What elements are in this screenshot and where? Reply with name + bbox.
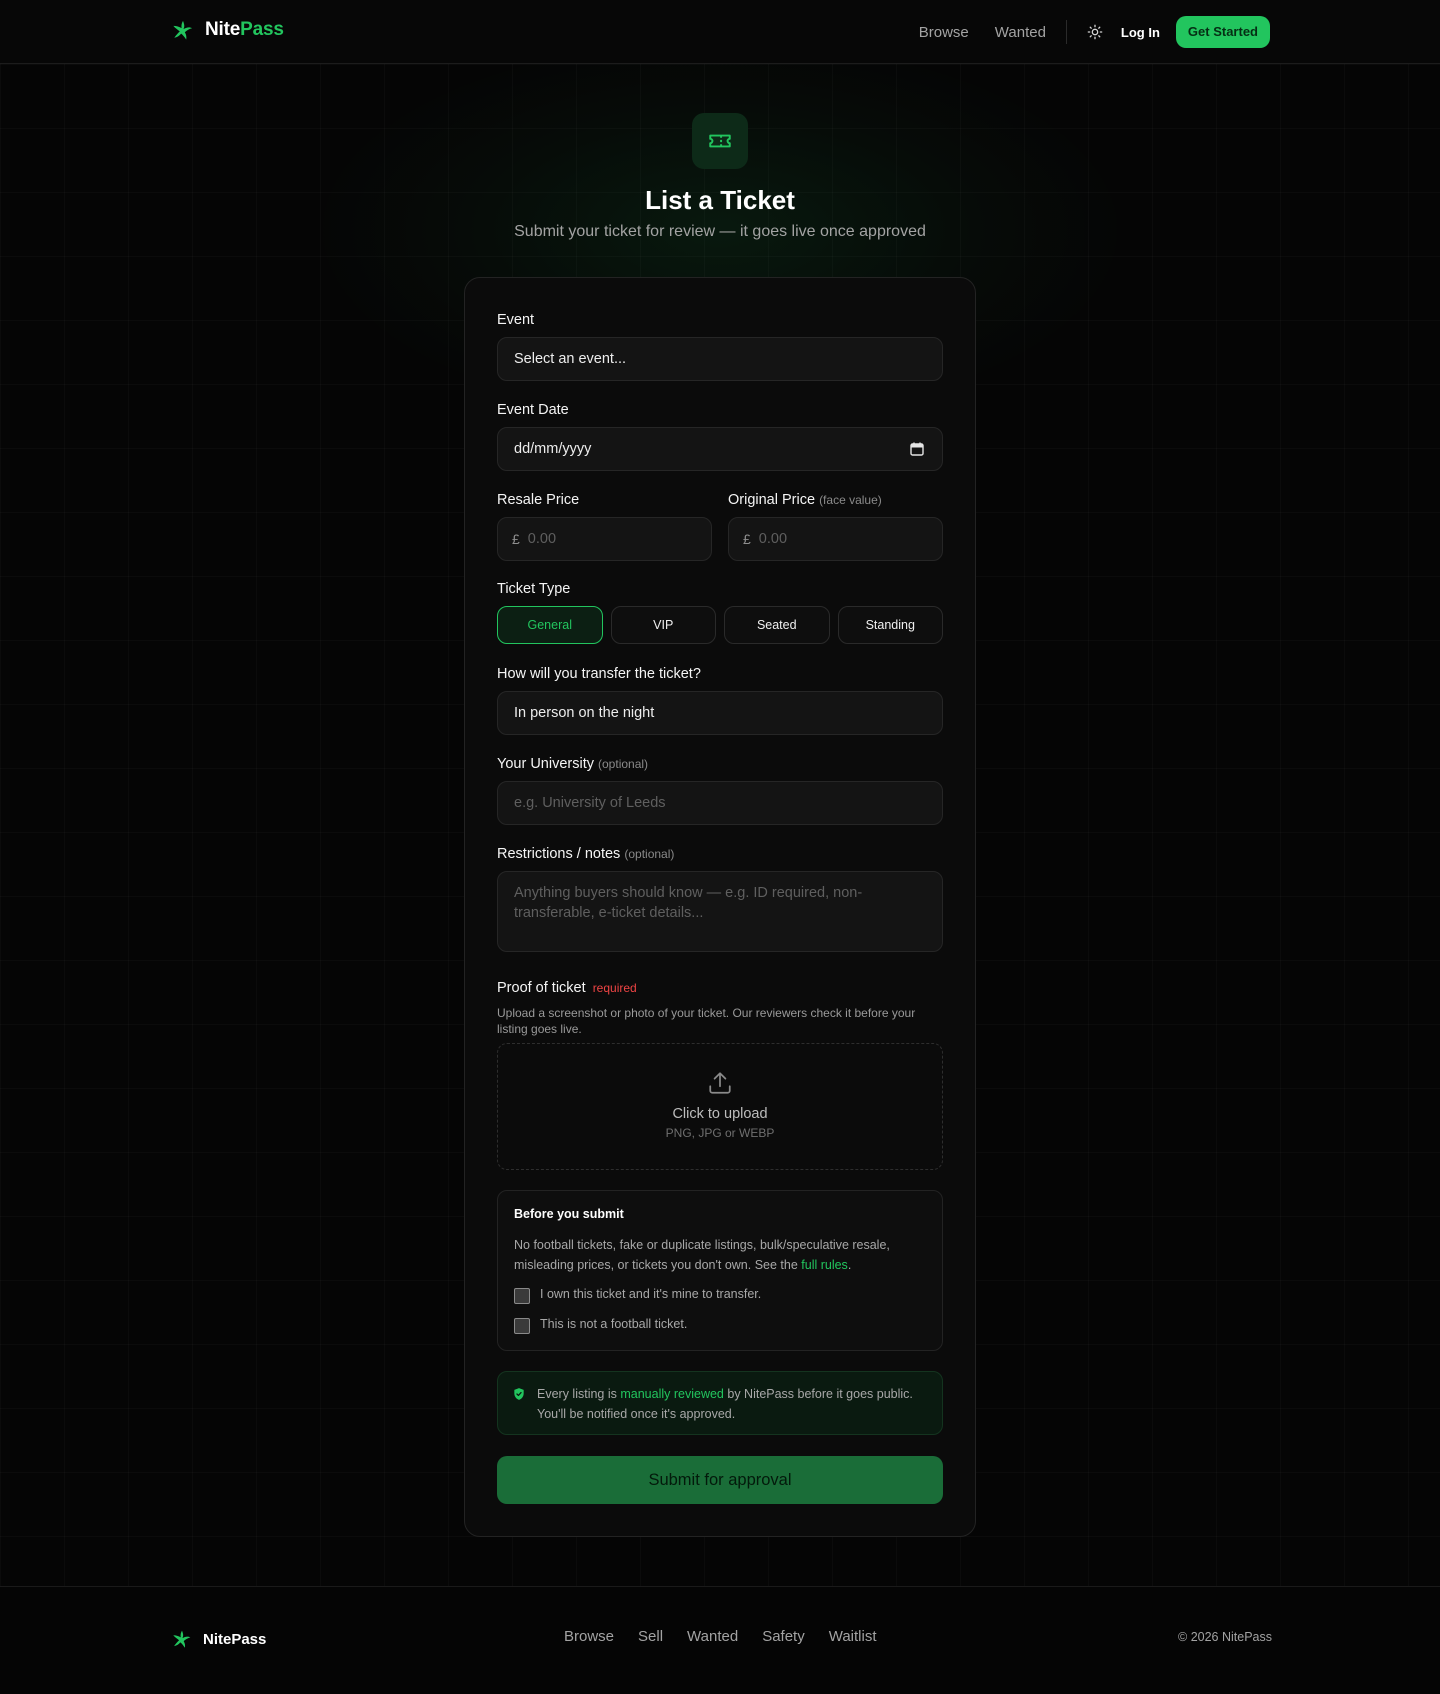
notes-textarea[interactable]: Anything buyers should know — e.g. ID re… xyxy=(497,871,943,952)
sun-icon xyxy=(1087,24,1103,40)
page-subtitle: Submit your ticket for review — it goes … xyxy=(514,223,926,240)
brand-name: NitePass xyxy=(205,19,284,40)
rules-title: Before you submit xyxy=(514,1207,624,1221)
currency-symbol: £ xyxy=(743,531,751,547)
original-price-placeholder: 0.00 xyxy=(758,531,788,547)
ticket-type-label: Ticket Type xyxy=(497,581,571,597)
footer-brand[interactable]: NitePass xyxy=(172,1629,266,1649)
university-placeholder: e.g. University of Leeds xyxy=(514,795,666,811)
upload-formats: PNG, JPG or WEBP xyxy=(665,1126,775,1140)
submit-rules-box: Before you submit No football tickets, f… xyxy=(497,1190,943,1351)
not-football-checkbox-row[interactable]: This is not a football ticket. xyxy=(514,1317,687,1334)
submit-for-approval-button[interactable]: Submit for approval xyxy=(497,1456,943,1504)
nav-divider xyxy=(1065,20,1067,44)
event-select[interactable]: Select an event... xyxy=(497,337,943,381)
full-rules-link[interactable]: full rules xyxy=(801,1258,848,1272)
not-football-checkbox[interactable] xyxy=(514,1318,530,1334)
own-ticket-checkbox[interactable] xyxy=(514,1288,530,1304)
nav-wanted[interactable]: Wanted xyxy=(995,24,1046,41)
ticket-icon xyxy=(709,134,731,148)
notes-placeholder: Anything buyers should know — e.g. ID re… xyxy=(514,885,863,921)
university-label: Your University (optional) xyxy=(497,756,649,772)
resale-price-input[interactable]: £ 0.00 xyxy=(497,517,712,561)
event-date-input[interactable]: dd/mm/yyyy xyxy=(497,427,943,471)
page-title: List a Ticket xyxy=(645,185,795,215)
event-select-value: Select an event... xyxy=(514,351,627,367)
ticket-type-seated[interactable]: Seated xyxy=(724,606,830,644)
currency-symbol: £ xyxy=(512,531,520,547)
notes-label: Restrictions / notes (optional) xyxy=(497,846,675,862)
own-ticket-checkbox-label[interactable]: I own this ticket and it's mine to trans… xyxy=(540,1287,761,1301)
transfer-label: How will you transfer the ticket? xyxy=(497,666,701,682)
upload-icon xyxy=(709,1072,731,1094)
optional-hint: (optional) xyxy=(624,847,675,861)
not-football-checkbox-label[interactable]: This is not a football ticket. xyxy=(540,1317,687,1331)
ticket-type-general[interactable]: General xyxy=(497,606,603,644)
footer-brand-name: NitePass xyxy=(203,1630,267,1648)
original-price-input[interactable]: £ 0.00 xyxy=(728,517,943,561)
footer-link-sell[interactable]: Sell xyxy=(638,1628,663,1645)
main-nav: Browse Wanted Log In Get Started xyxy=(919,16,1270,48)
footer-link-browse[interactable]: Browse xyxy=(564,1628,614,1645)
hero-ticket-badge xyxy=(692,113,748,169)
event-date-value: dd/mm/yyyy xyxy=(514,441,592,457)
upload-title: Click to upload xyxy=(672,1106,768,1122)
login-link[interactable]: Log In xyxy=(1121,25,1160,40)
rules-text: No football tickets, fake or duplicate l… xyxy=(514,1238,890,1272)
review-notice-text: Every listing is manually reviewed by Ni… xyxy=(537,1387,913,1421)
star-leaf-icon xyxy=(173,1630,191,1648)
shield-icon xyxy=(514,1388,524,1400)
star-leaf-icon xyxy=(173,20,193,40)
face-value-hint: (face value) xyxy=(819,493,882,507)
transfer-select[interactable]: In person on the night xyxy=(497,691,943,735)
get-started-button[interactable]: Get Started xyxy=(1175,16,1270,48)
list-ticket-form: Event Select an event... Event Date dd/m… xyxy=(464,277,976,1537)
event-label: Event xyxy=(497,312,535,328)
university-input[interactable]: e.g. University of Leeds xyxy=(497,781,943,825)
optional-hint: (optional) xyxy=(598,757,649,771)
review-notice: Every listing is manually reviewed by Ni… xyxy=(497,1371,943,1435)
original-price-label: Original Price (face value) xyxy=(728,492,882,508)
footer-copyright: © 2026 NitePass xyxy=(1178,1630,1272,1644)
resale-price-placeholder: 0.00 xyxy=(527,531,557,547)
theme-toggle-button[interactable] xyxy=(1085,22,1105,42)
event-date-label: Event Date xyxy=(497,402,569,418)
nav-browse[interactable]: Browse xyxy=(919,24,969,41)
footer-nav: Browse Sell Wanted Safety Waitlist xyxy=(564,1628,877,1645)
proof-upload-dropzone[interactable]: Click to upload PNG, JPG or WEBP xyxy=(497,1043,943,1170)
site-header: NitePass Browse Wanted Log In Get Starte… xyxy=(0,0,1440,64)
ticket-type-vip[interactable]: VIP xyxy=(610,606,716,644)
required-badge: required xyxy=(592,981,637,995)
proof-label: Proof of ticket required xyxy=(497,980,637,996)
footer-link-waitlist[interactable]: Waitlist xyxy=(829,1628,877,1645)
footer-link-safety[interactable]: Safety xyxy=(762,1628,805,1645)
calendar-icon[interactable] xyxy=(910,442,924,456)
ticket-type-standing[interactable]: Standing xyxy=(837,606,943,644)
transfer-select-value: In person on the night xyxy=(514,705,655,721)
brand-logo[interactable]: NitePass xyxy=(172,19,284,41)
manually-reviewed-highlight: manually reviewed xyxy=(620,1387,724,1401)
site-footer: NitePass Browse Sell Wanted Safety Waitl… xyxy=(0,1586,1440,1694)
resale-price-label: Resale Price xyxy=(497,492,580,508)
footer-link-wanted[interactable]: Wanted xyxy=(687,1628,738,1645)
ticket-type-group: General VIP Seated Standing xyxy=(497,606,943,644)
proof-help-text: Upload a screenshot or photo of your tic… xyxy=(497,1006,916,1036)
own-ticket-checkbox-row[interactable]: I own this ticket and it's mine to trans… xyxy=(514,1287,761,1304)
